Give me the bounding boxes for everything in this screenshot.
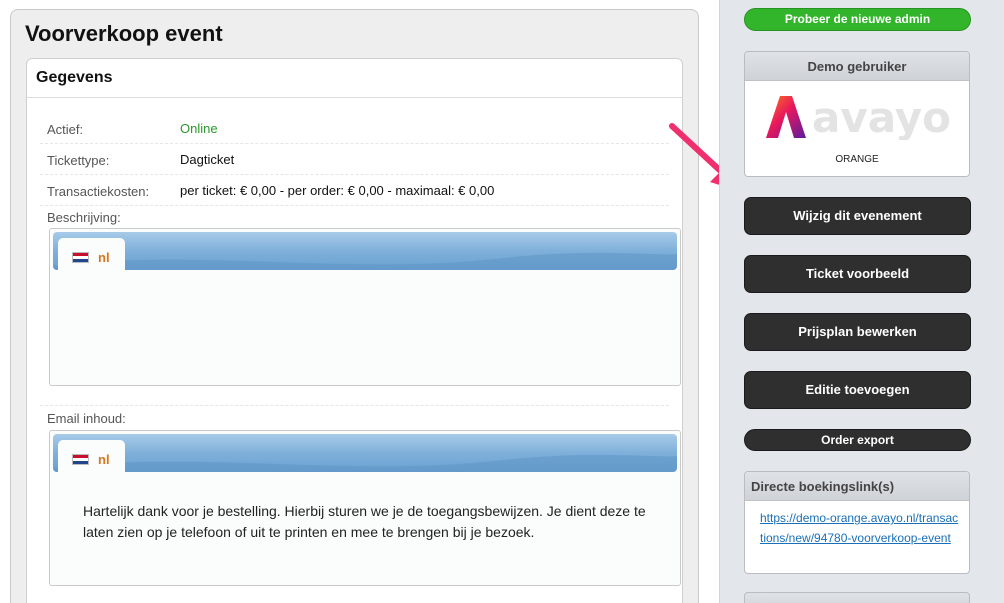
- booking-link-box: Directe boekingslink(s) https://demo-ora…: [744, 471, 970, 574]
- next-sidebar-box: [744, 592, 970, 603]
- booking-link-url[interactable]: https://demo-orange.avayo.nl/transaction…: [760, 508, 960, 548]
- ticket-preview-button[interactable]: Ticket voorbeeld: [744, 255, 971, 293]
- booking-link-title: Directe boekingslink(s): [745, 472, 969, 501]
- field-row-tickettype: Tickettype: Dagticket: [40, 144, 669, 175]
- field-label: Tickettype:: [47, 153, 110, 168]
- field-row-active: Actief: Online: [40, 113, 669, 144]
- netherlands-flag-icon: [72, 454, 89, 465]
- page-title: Voorverkoop event: [25, 21, 223, 46]
- email-content-text: Hartelijk dank voor je bestelling. Hierb…: [83, 503, 646, 540]
- order-export-button[interactable]: Order export: [744, 429, 971, 451]
- edit-event-button[interactable]: Wijzig dit evenement: [744, 197, 971, 235]
- language-code: nl: [98, 452, 110, 467]
- sidebar: Probeer de nieuwe admin Demo gebruiker a…: [719, 0, 1004, 603]
- main-panel: Voorverkoop event Gegevens Actief: Onlin…: [10, 9, 699, 603]
- field-value: per ticket: € 0,00 - per order: € 0,00 -…: [180, 183, 495, 198]
- email-content-editor[interactable]: nl Hartelijk dank voor je bestelling. Hi…: [49, 430, 681, 586]
- try-new-admin-button[interactable]: Probeer de nieuwe admin: [744, 8, 971, 31]
- details-card: Gegevens Actief: Online Tickettype: Dagt…: [26, 58, 683, 603]
- description-label: Beschrijving:: [47, 210, 121, 225]
- add-edition-button[interactable]: Editie toevoegen: [744, 371, 971, 409]
- language-tab-nl[interactable]: nl: [58, 440, 125, 472]
- field-label: Actief:: [47, 122, 84, 137]
- demo-user-title: Demo gebruiker: [745, 52, 969, 81]
- demo-user-box: Demo gebruiker avayo ORANGE: [744, 51, 970, 177]
- details-card-header: Gegevens: [27, 59, 682, 98]
- status-value: Online: [180, 121, 218, 136]
- section-divider: [40, 405, 669, 406]
- email-content-label: Email inhoud:: [47, 411, 126, 426]
- description-editor[interactable]: nl: [49, 228, 681, 386]
- tabbar-wave: [53, 252, 677, 270]
- field-label: Transactiekosten:: [47, 184, 150, 199]
- field-value: Dagticket: [180, 152, 235, 167]
- organization-name: ORANGE: [835, 154, 879, 165]
- field-row-transaction-costs: Transactiekosten: per ticket: € 0,00 - p…: [40, 175, 669, 206]
- tabbar-wave: [53, 454, 677, 472]
- language-tab-bar: nl: [53, 434, 677, 472]
- avayo-logo: avayo: [766, 94, 951, 140]
- edit-price-plan-button[interactable]: Prijsplan bewerken: [744, 313, 971, 351]
- language-tab-bar: nl: [53, 232, 677, 270]
- logo-text: avayo: [812, 94, 951, 140]
- netherlands-flag-icon: [72, 252, 89, 263]
- language-code: nl: [98, 250, 110, 265]
- language-tab-nl[interactable]: nl: [58, 238, 125, 270]
